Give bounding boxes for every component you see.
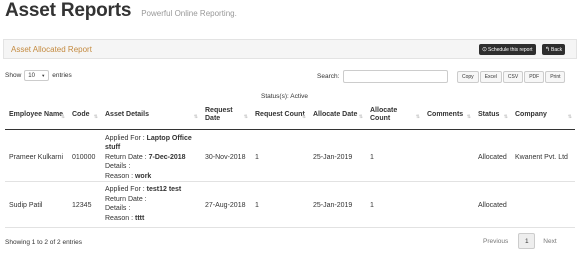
col-header-employee-name[interactable]: Employee Name ⇅ xyxy=(5,102,68,130)
table-info: Showing 1 to 2 of 2 entries xyxy=(5,239,82,246)
pagination-previous[interactable]: Previous xyxy=(483,238,508,245)
col-header-company[interactable]: Company ⇅ xyxy=(511,102,575,130)
col-header-request-count[interactable]: Request Count ⇅ xyxy=(251,102,309,130)
print-button[interactable]: Print xyxy=(545,71,566,83)
sort-icon: ⇅ xyxy=(93,114,98,120)
col-header-comments[interactable]: Comments ⇅ xyxy=(423,102,474,130)
back-button[interactable]: ↰ Back xyxy=(542,44,566,55)
clock-icon: ⊙ xyxy=(482,47,488,53)
length-suffix: entries xyxy=(52,72,72,79)
caret-down-icon: ▼ xyxy=(41,73,46,78)
cell-employee: Sudip Patil xyxy=(5,181,68,228)
cell-comments xyxy=(423,129,474,182)
cell-allocate-date: 25-Jan-2019 xyxy=(309,181,366,228)
back-arrow-icon: ↰ xyxy=(545,47,551,53)
back-label: Back xyxy=(551,46,563,53)
cell-allocate-count: 1 xyxy=(366,181,423,228)
pdf-button[interactable]: PDF xyxy=(524,71,545,83)
cell-request-count: 1 xyxy=(251,129,309,182)
cell-request-count: 1 xyxy=(251,181,309,228)
search-input[interactable] xyxy=(343,70,449,83)
cell-request-date: 30-Nov-2018 xyxy=(201,129,251,182)
excel-button[interactable]: Excel xyxy=(479,71,502,83)
schedule-report-label: Schedule this report xyxy=(488,46,533,53)
search-label: Search: xyxy=(317,73,340,80)
cell-asset-details: Applied For : Laptop Office stuff Return… xyxy=(101,129,201,182)
table-row: Sudip Patil 12345 Applied For : test12 t… xyxy=(5,181,575,228)
col-header-allocate-count[interactable]: Allocate Count ⇅ xyxy=(366,102,423,130)
entries-length-control: Show 10 ▼ entries xyxy=(5,70,72,81)
table-header-row: Employee Name ⇅ Code ⇅ Asset Details ⇅ Requ… xyxy=(5,102,575,130)
page-title: Asset Reports xyxy=(5,0,132,21)
pagination: Previous 1 Next xyxy=(483,233,557,249)
sort-icon: ⇅ xyxy=(415,114,420,120)
export-buttons: Copy Excel CSV PDF Print xyxy=(456,71,566,83)
cell-allocate-count: 1 xyxy=(366,129,423,182)
csv-button[interactable]: CSV xyxy=(502,71,524,83)
length-prefix: Show xyxy=(5,72,22,79)
cell-employee: Prameer Kulkarni xyxy=(5,129,68,182)
report-bar: Asset Allocated Report ⊙ Schedule this r… xyxy=(3,39,577,59)
cell-status: Allocated xyxy=(474,181,511,228)
sort-icon: ⇅ xyxy=(466,114,471,120)
cell-company: Kwanent Pvt. Ltd xyxy=(511,129,575,182)
schedule-report-button[interactable]: ⊙ Schedule this report xyxy=(479,44,536,55)
cell-status: Allocated xyxy=(474,129,511,182)
copy-button[interactable]: Copy xyxy=(457,71,479,83)
col-header-status[interactable]: Status ⇅ xyxy=(474,102,511,130)
status-filter-value: Active xyxy=(290,93,308,100)
sort-icon: ⇅ xyxy=(503,114,508,120)
sort-icon: ⇅ xyxy=(243,114,248,120)
sort-icon: ⇅ xyxy=(60,114,65,120)
status-filter-label: Status(s): xyxy=(261,93,289,100)
cell-company xyxy=(511,181,575,228)
cell-asset-details: Applied For : test12 test Return Date : … xyxy=(101,181,201,228)
col-header-request-date[interactable]: Request Date ⇅ xyxy=(201,102,251,130)
sort-icon: ⇅ xyxy=(567,114,572,120)
page-subtitle: Powerful Online Reporting. xyxy=(141,9,237,18)
cell-code: 12345 xyxy=(68,181,101,228)
pagination-next[interactable]: Next xyxy=(543,238,556,245)
col-header-asset-details[interactable]: Asset Details ⇅ xyxy=(101,102,201,130)
pagination-page-1[interactable]: 1 xyxy=(518,233,536,249)
sort-icon: ⇅ xyxy=(358,114,363,120)
sort-icon: ⇅ xyxy=(193,114,198,120)
status-filter: Status(s): Active xyxy=(261,93,308,100)
page-header: Asset Reports Powerful Online Reporting. xyxy=(5,0,237,24)
search-control: Search: xyxy=(317,70,449,83)
sort-icon: ⇅ xyxy=(301,114,306,120)
length-value: 10 xyxy=(28,72,35,79)
cell-request-date: 27-Aug-2018 xyxy=(201,181,251,228)
col-header-code[interactable]: Code ⇅ xyxy=(68,102,101,130)
cell-allocate-date: 25-Jan-2019 xyxy=(309,129,366,182)
cell-code: 010000 xyxy=(68,129,101,182)
table-row: Prameer Kulkarni 010000 Applied For : La… xyxy=(5,129,575,182)
entries-length-select[interactable]: 10 ▼ xyxy=(24,70,50,81)
cell-comments xyxy=(423,181,474,228)
report-title: Asset Allocated Report xyxy=(11,45,92,54)
report-table: Employee Name ⇅ Code ⇅ Asset Details ⇅ Requ… xyxy=(5,102,575,228)
col-header-allocate-date[interactable]: Allocate Date ⇅ xyxy=(309,102,366,130)
